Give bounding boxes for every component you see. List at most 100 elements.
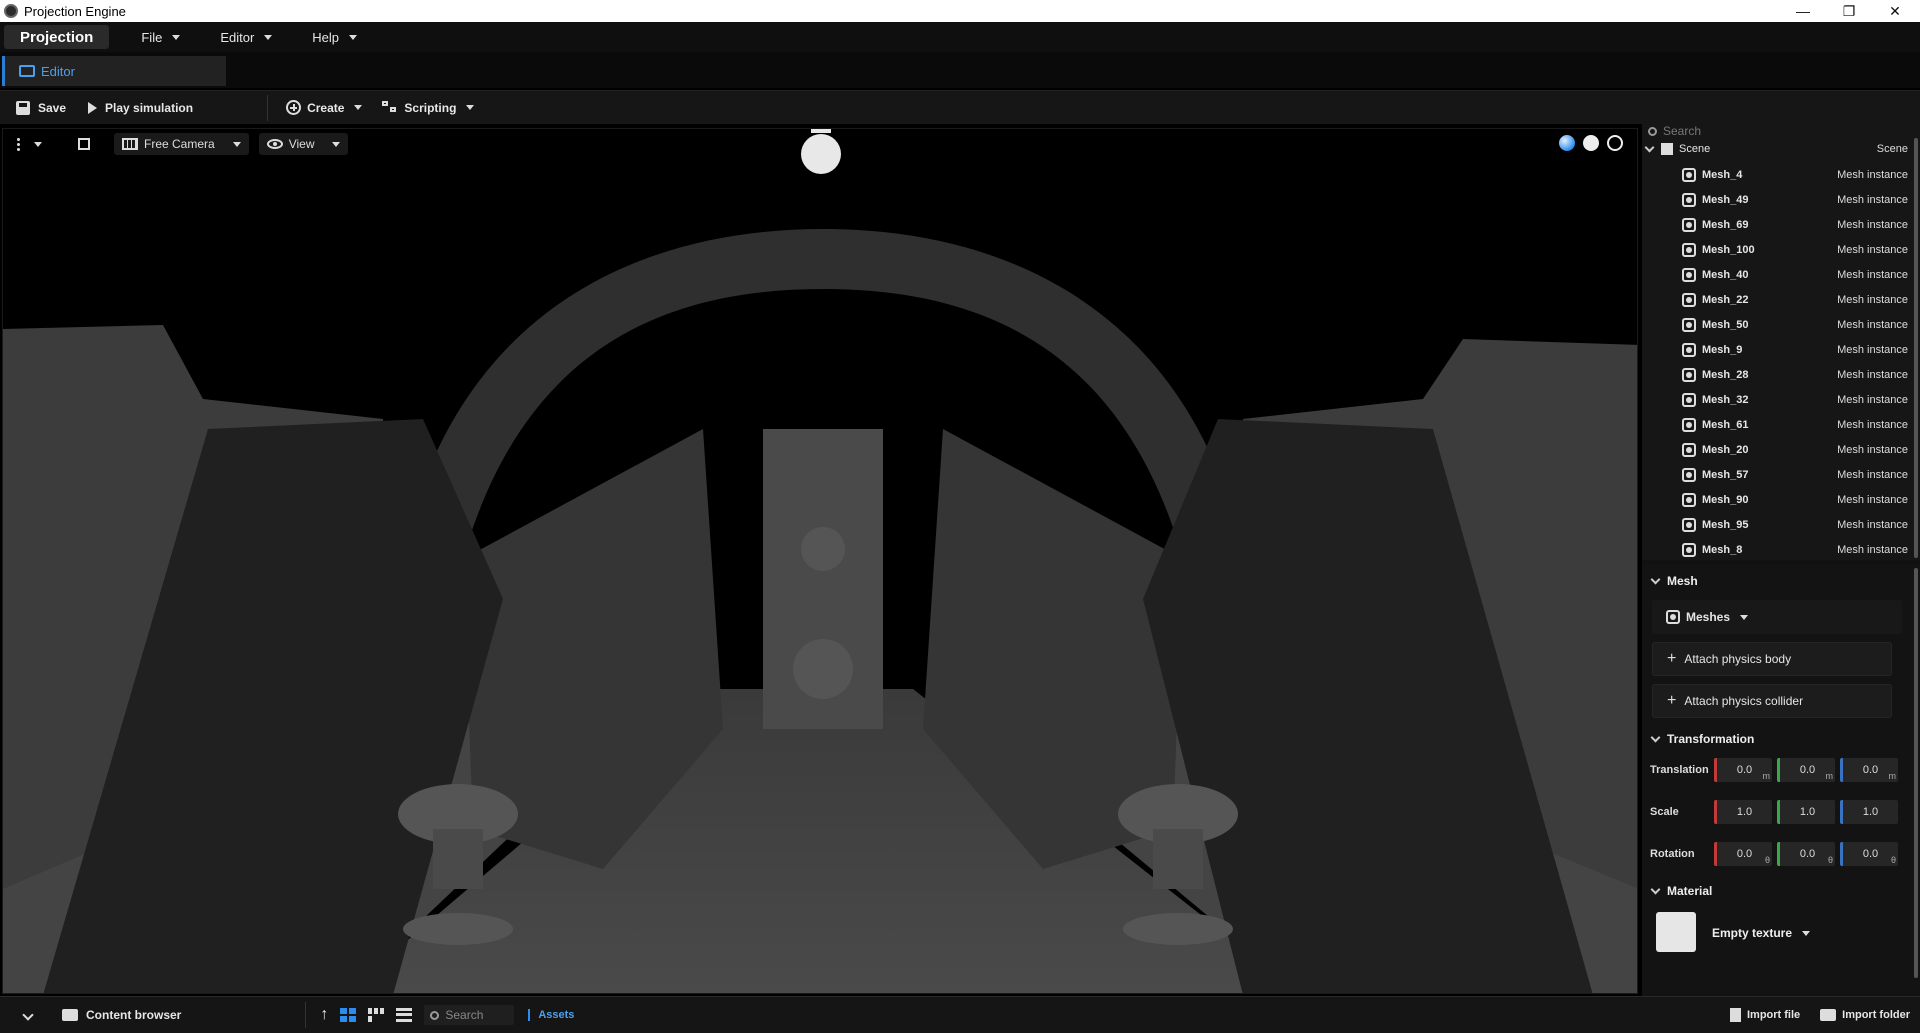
hierarchy-item-type: Mesh instance (1837, 393, 1908, 406)
caret-down-icon (232, 141, 241, 147)
scale-z-field[interactable]: 1.0 (1840, 800, 1898, 824)
hierarchy-item[interactable]: Mesh_95 Mesh instance (1642, 512, 1912, 537)
scale-x-field[interactable]: 1.0 (1714, 800, 1772, 824)
hierarchy-item[interactable]: Mesh_61 Mesh instance (1642, 412, 1912, 437)
minimize-button[interactable]: — (1780, 0, 1826, 22)
play-simulation-button[interactable]: Play simulation (80, 94, 201, 122)
texture-dropdown[interactable]: Empty texture (1712, 920, 1811, 946)
menu-file[interactable]: File (141, 30, 181, 45)
list-view-icon[interactable] (396, 1008, 413, 1022)
translation-x-field[interactable]: 0.0 m (1714, 758, 1772, 782)
solid-sphere-icon[interactable] (1583, 135, 1599, 151)
grid-large-view-icon[interactable] (340, 1008, 357, 1022)
bottom-bar: Content browser ↑ Search Assets Import f… (0, 996, 1920, 1033)
hierarchy-item[interactable]: Mesh_40 Mesh instance (1642, 262, 1912, 287)
hierarchy-item[interactable]: Mesh_20 Mesh instance (1642, 437, 1912, 462)
caret-down-icon (332, 141, 341, 147)
chevron-down-icon[interactable] (22, 1009, 34, 1021)
attach-physics-collider-button[interactable]: + Attach physics collider (1652, 684, 1892, 718)
transform-section-header[interactable]: Transformation (1650, 726, 1754, 752)
mesh-section-header[interactable]: Mesh (1650, 568, 1698, 594)
mesh-icon (1682, 467, 1696, 482)
hierarchy-item[interactable]: Mesh_50 Mesh instance (1642, 312, 1912, 337)
mesh-icon (1682, 417, 1696, 432)
hierarchy-item-type: Mesh instance (1837, 418, 1908, 431)
tab-editor[interactable]: Editor (2, 56, 226, 86)
translation-z-field[interactable]: 0.0 m (1840, 758, 1898, 782)
inspector-scrollbar[interactable] (1914, 568, 1918, 978)
hierarchy-item[interactable]: Mesh_90 Mesh instance (1642, 487, 1912, 512)
hierarchy-item-name: Mesh_4 (1702, 168, 1743, 181)
hierarchy-item[interactable]: Mesh_9 Mesh instance (1642, 337, 1912, 362)
scripting-dropdown[interactable]: Scripting (374, 94, 482, 122)
hierarchy-item-type: Mesh instance (1837, 193, 1908, 206)
translation-label: Translation (1650, 764, 1709, 776)
node-graph-icon (382, 100, 398, 115)
import-folder-button[interactable]: Import folder (1820, 1009, 1910, 1021)
arrow-up-icon[interactable]: ↑ (320, 1006, 328, 1024)
camera-mode-dropdown[interactable]: Free Camera (114, 133, 249, 155)
wireframe-globe-icon[interactable] (1607, 135, 1623, 151)
rotation-z-field[interactable]: 0.0 θ (1840, 842, 1898, 866)
scene-root-row[interactable]: Scene Scene (1642, 136, 1912, 161)
menu-editor-label: Editor (220, 29, 255, 45)
mesh-icon (1682, 292, 1696, 307)
tab-assets[interactable]: Assets (528, 1009, 582, 1021)
hierarchy-item-type: Mesh instance (1837, 443, 1908, 456)
chevron-down-icon (1650, 574, 1661, 585)
fullscreen-button[interactable] (70, 133, 98, 155)
lit-sphere-icon[interactable] (1559, 135, 1575, 151)
save-button[interactable]: Save (8, 94, 74, 122)
chevron-down-icon[interactable] (1644, 142, 1655, 152)
hierarchy-item[interactable]: Mesh_100 Mesh instance (1642, 237, 1912, 262)
mesh-icon (1682, 442, 1696, 457)
tab-editor-label: Editor (41, 63, 75, 79)
hierarchy-item[interactable]: Mesh_69 Mesh instance (1642, 212, 1912, 237)
create-dropdown[interactable]: Create (278, 94, 370, 122)
rotation-x-field[interactable]: 0.0 θ (1714, 842, 1772, 866)
toolbar-divider (267, 94, 269, 121)
hierarchy-item[interactable]: Mesh_22 Mesh instance (1642, 287, 1912, 312)
hierarchy-item[interactable]: Mesh_32 Mesh instance (1642, 387, 1912, 412)
scripting-label: Scripting (404, 100, 457, 115)
menu-help[interactable]: Help (312, 30, 358, 45)
menu-bar: Projection File Editor Help (0, 22, 1920, 52)
material-section-header[interactable]: Material (1650, 878, 1712, 904)
app-logo-icon (4, 4, 18, 18)
inspector-panel: Mesh Meshes + Attach physics body + Atta… (1642, 564, 1920, 996)
grid-small-view-icon[interactable] (368, 1008, 385, 1022)
hierarchy-item[interactable]: Mesh_4 Mesh instance (1642, 162, 1912, 187)
unit-label: θ (1764, 855, 1770, 865)
hierarchy-item-name: Mesh_50 (1702, 318, 1749, 331)
hierarchy-scrollbar[interactable] (1914, 138, 1918, 558)
attach-physics-body-button[interactable]: + Attach physics body (1652, 642, 1892, 676)
meshes-dropdown[interactable]: Meshes (1652, 600, 1902, 634)
mesh-icon (1682, 342, 1696, 357)
menu-editor[interactable]: Editor (220, 29, 273, 45)
import-file-label: Import file (1746, 1009, 1801, 1021)
restore-button[interactable]: ❐ (1826, 0, 1872, 22)
mesh-icon (1682, 367, 1696, 382)
viewport-options-button[interactable] (9, 133, 50, 155)
rotation-label: Rotation (1650, 848, 1695, 860)
eye-icon (266, 139, 283, 149)
scene-viewport[interactable]: Free Camera View (2, 128, 1638, 994)
scale-y-field[interactable]: 1.0 (1777, 800, 1835, 824)
shading-mode-group (1559, 135, 1623, 151)
main-toolbar: Save Play simulation Create Scripting (0, 90, 1920, 124)
right-panel: Search Scene Scene Mesh_4 Mesh instance Me… (1642, 124, 1920, 996)
hierarchy-item[interactable]: Mesh_28 Mesh instance (1642, 362, 1912, 387)
texture-preview[interactable] (1656, 912, 1696, 952)
import-file-button[interactable]: Import file (1729, 1008, 1801, 1022)
view-dropdown[interactable]: View (258, 133, 349, 155)
hierarchy-item[interactable]: Mesh_57 Mesh instance (1642, 462, 1912, 487)
hierarchy-item[interactable]: Mesh_8 Mesh instance (1642, 537, 1912, 560)
hierarchy-item[interactable]: Mesh_49 Mesh instance (1642, 187, 1912, 212)
content-search-input[interactable]: Search (424, 1005, 515, 1025)
unit-label: m (1762, 771, 1771, 781)
scene-type: Scene (1876, 142, 1908, 155)
scale-label: Scale (1650, 806, 1679, 818)
translation-y-field[interactable]: 0.0 m (1777, 758, 1835, 782)
close-button[interactable]: ✕ (1872, 0, 1918, 22)
rotation-y-field[interactable]: 0.0 θ (1777, 842, 1835, 866)
